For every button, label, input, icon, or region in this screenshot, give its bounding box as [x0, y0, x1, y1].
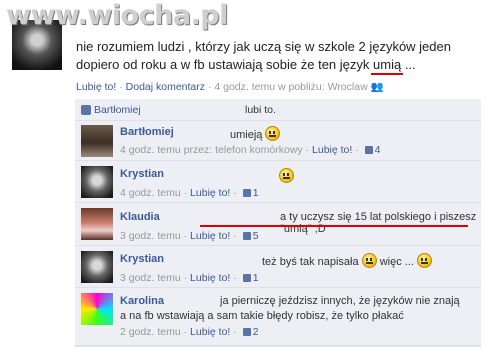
post-highlight-word: umią — [373, 57, 402, 72]
comment-like-link[interactable]: Lubię to! — [190, 187, 230, 199]
comment-item: Bartłomiej umieją 4 godz. temu przez: te… — [75, 121, 481, 161]
post-comment-link[interactable]: Dodaj komentarz — [126, 81, 205, 93]
thumbs-up-icon — [242, 189, 251, 197]
commenter-avatar[interactable] — [81, 125, 113, 157]
commenter-name[interactable]: Krystian — [120, 253, 164, 265]
post-text-ellipsis: ... — [401, 57, 416, 72]
comment-time: 2 godz. temu — [120, 326, 181, 338]
comment-text: a ty uczysz się 15 lat polskiego i pisze… — [280, 211, 477, 235]
comment-meta: 4 godz. temu przez: telefon komórkowy · … — [120, 144, 381, 156]
comment-like-link[interactable]: Lubię to! — [190, 272, 230, 284]
comment-like-link[interactable]: Lubię to! — [190, 326, 230, 338]
post-time: 4 godz. temu w pobliżu: Wroclaw — [214, 81, 368, 93]
comment-time: 3 godz. temu — [120, 230, 181, 242]
comment-time: 4 godz. temu — [120, 187, 181, 199]
separator: · — [119, 81, 123, 93]
comment-like-link[interactable]: Lubię to! — [312, 144, 352, 156]
post-meta: Lubię to! · Dodaj komentarz · 4 godz. te… — [76, 80, 384, 93]
post-text-line1: nie rozumiem ludzi , którzy jak uczą się… — [76, 39, 451, 54]
like-user-name[interactable]: Bartłomiej — [94, 100, 141, 120]
thumbs-up-icon — [81, 105, 91, 115]
likes-text: lubi to. — [245, 104, 276, 116]
comment-meta: 2 godz. temu · Lubię to! · 2 — [120, 326, 259, 338]
comment-item: Krystian 4 godz. temu · Lubię to! · 1 — [75, 161, 481, 203]
comment-item: Krystian też byś tak napisała więc ... 3… — [75, 246, 481, 288]
like-count[interactable]: 2 — [253, 326, 259, 338]
separator: · — [207, 81, 212, 93]
comment-meta: 3 godz. temu · Lubię to! · 5 — [120, 230, 259, 242]
comment-text-line2: a na fb wstawiają a sam takie błędy robi… — [120, 310, 404, 322]
commenter-avatar[interactable] — [81, 166, 113, 198]
thumbs-up-icon — [242, 328, 251, 336]
commenter-avatar[interactable] — [81, 251, 113, 283]
smiley-icon — [279, 168, 294, 183]
commenter-name[interactable]: Krystian — [120, 168, 164, 180]
smiley-icon — [265, 126, 281, 141]
comment-meta: 4 godz. temu · Lubię to! · 1 — [120, 187, 259, 199]
thumbs-up-icon — [242, 274, 251, 282]
like-count[interactable]: 5 — [253, 230, 259, 242]
like-count[interactable]: 4 — [375, 144, 381, 156]
watermark-logo: www.wiocha.pl — [6, 0, 228, 31]
comment-time: 4 godz. temu przez: telefon komórkowy — [120, 144, 303, 156]
like-count[interactable]: 1 — [253, 187, 259, 199]
people-icon: 👥 — [370, 81, 384, 93]
commenter-name[interactable]: Klaudia — [120, 211, 160, 223]
comment-text — [276, 168, 294, 183]
thumbs-up-icon — [242, 232, 251, 240]
smiley-icon — [416, 253, 432, 268]
commenter-name[interactable]: Karolina — [120, 295, 164, 307]
highlight-underline — [200, 225, 468, 227]
thumbs-up-icon — [364, 146, 373, 154]
comment-meta: 3 godz. temu · Lubię to! · 1 — [120, 272, 259, 284]
comment-text: umieją — [230, 126, 281, 141]
post-body: nie rozumiem ludzi , którzy jak uczą się… — [76, 38, 476, 74]
smiley-icon — [361, 253, 377, 268]
comment-like-link[interactable]: Lubię to! — [190, 230, 230, 242]
like-count[interactable]: 1 — [253, 272, 259, 284]
likes-row: Bartłomiej lubi to. — [75, 100, 481, 121]
comment-item: Karolina ja pierniczę jeździsz innych, ż… — [75, 288, 481, 346]
post-like-link[interactable]: Lubię to! — [76, 81, 116, 93]
comment-text: ja pierniczę jeździsz innych, że języków… — [220, 295, 460, 307]
commenter-avatar[interactable] — [81, 208, 113, 240]
comment-text: też byś tak napisała więc ... — [262, 253, 432, 268]
post-text-line2: dopiero od roku a w fb ustawiają sobie ż… — [76, 57, 370, 72]
comment-time: 3 godz. temu — [120, 272, 181, 284]
commenter-name[interactable]: Bartłomiej — [120, 126, 174, 138]
commenter-avatar[interactable] — [81, 293, 113, 325]
